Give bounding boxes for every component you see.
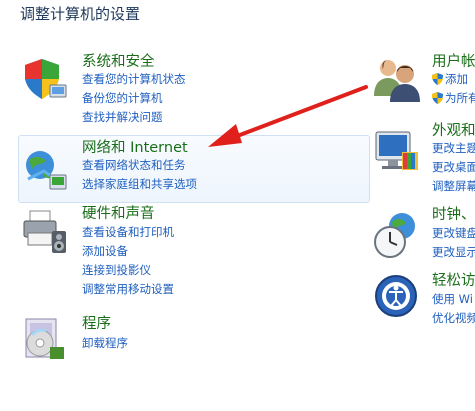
system-security-title[interactable]: 系统和安全 — [82, 53, 155, 71]
user-accounts-title[interactable]: 用户帐 — [432, 53, 475, 71]
ease-of-access-icon[interactable] — [372, 272, 422, 322]
hardware-sound-title[interactable]: 硬件和声音 — [82, 205, 155, 223]
network-globe-icon[interactable] — [20, 145, 70, 195]
link-homegroup-sharing[interactable]: 选择家庭组和共享选项 — [82, 175, 197, 194]
printer-speaker-icon[interactable] — [20, 207, 70, 257]
programs-links: 卸载程序 — [82, 334, 128, 353]
appearance-links: 更改主题 更改桌面 调整屏幕 — [432, 139, 475, 196]
link-view-network-status[interactable]: 查看网络状态和任务 — [82, 156, 197, 175]
link-backup-computer[interactable]: 备份您的计算机 — [82, 89, 186, 108]
users-icon[interactable] — [372, 54, 422, 104]
uac-shield-icon — [432, 73, 443, 85]
appearance-title[interactable]: 外观和 — [432, 122, 475, 140]
clock-globe-icon[interactable] — [372, 210, 422, 260]
link-change-keyboard[interactable]: 更改键盘 — [432, 224, 475, 243]
hardware-sound-links: 查看设备和打印机 添加设备 连接到投影仪 调整常用移动设置 — [82, 223, 174, 299]
clock-links: 更改键盘 更改显示 — [432, 224, 475, 262]
link-use-windows-suggestions[interactable]: 使用 Wi — [432, 290, 475, 309]
link-add-device[interactable]: 添加设备 — [82, 242, 174, 261]
link-add-user-account[interactable]: 添加 — [432, 70, 475, 89]
programs-title[interactable]: 程序 — [82, 315, 111, 333]
link-change-display-language[interactable]: 更改显示 — [432, 243, 475, 262]
link-change-theme[interactable]: 更改主题 — [432, 139, 475, 158]
link-mobility-settings[interactable]: 调整常用移动设置 — [82, 280, 174, 299]
link-set-parental-controls[interactable]: 为所有 — [432, 89, 475, 108]
link-troubleshoot[interactable]: 查找并解决问题 — [82, 108, 186, 127]
ease-of-access-links: 使用 Wi 优化视频 — [432, 290, 475, 328]
network-links: 查看网络状态和任务 选择家庭组和共享选项 — [82, 156, 197, 194]
ease-of-access-title[interactable]: 轻松访 — [432, 272, 475, 290]
link-parental-controls-label: 为所有 — [445, 91, 475, 105]
system-security-links: 查看您的计算机状态 备份您的计算机 查找并解决问题 — [82, 70, 186, 127]
link-optimize-visual-display[interactable]: 优化视频 — [432, 309, 475, 328]
link-connect-projector[interactable]: 连接到投影仪 — [82, 261, 174, 280]
programs-disc-icon[interactable] — [20, 315, 70, 365]
user-accounts-links: 添加 为所有 — [432, 70, 475, 108]
link-devices-printers[interactable]: 查看设备和打印机 — [82, 223, 174, 242]
link-adjust-resolution[interactable]: 调整屏幕 — [432, 177, 475, 196]
shield-flag-icon[interactable] — [20, 55, 70, 105]
link-uninstall-program[interactable]: 卸载程序 — [82, 334, 128, 353]
link-view-computer-status[interactable]: 查看您的计算机状态 — [82, 70, 186, 89]
page-title: 调整计算机的设置 — [20, 5, 141, 23]
clock-region-title[interactable]: 时钟、 — [432, 206, 475, 224]
appearance-monitor-icon[interactable] — [372, 126, 422, 176]
network-internet-title[interactable]: 网络和 Internet — [82, 139, 188, 157]
link-add-user-label: 添加 — [445, 72, 468, 86]
link-change-desktop[interactable]: 更改桌面 — [432, 158, 475, 177]
uac-shield-icon — [432, 92, 443, 104]
